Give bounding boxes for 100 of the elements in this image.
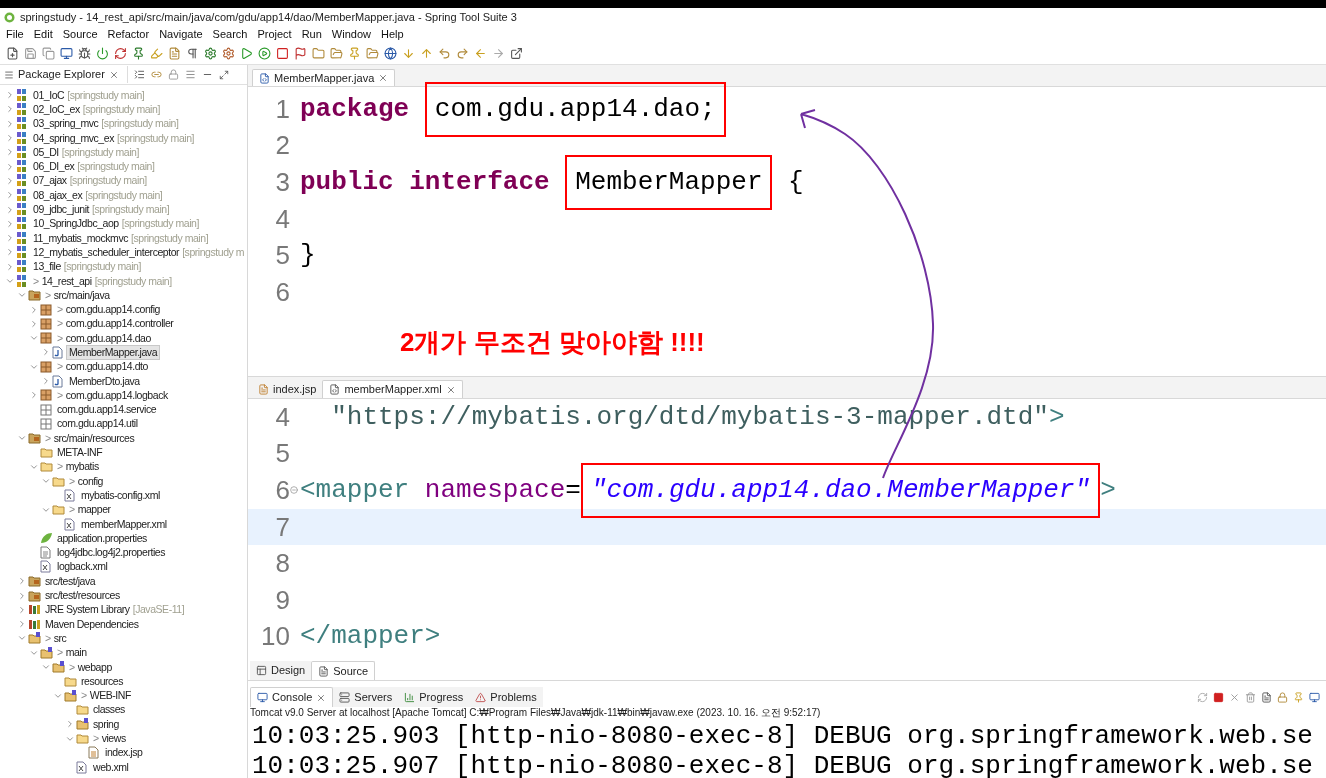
line-number: 3 (274, 166, 290, 199)
tree-item[interactable]: 12_mybatis_scheduler_interceptor [springstudy m (30, 244, 247, 260)
tree-item[interactable]: > src/main/java (42, 287, 113, 303)
settings-icon[interactable] (204, 47, 217, 60)
pin-icon[interactable] (348, 47, 361, 60)
code-token: = (565, 474, 581, 507)
close-icon[interactable] (316, 692, 327, 703)
tree-item[interactable]: > 14_rest_api [springstudy main] (30, 273, 175, 289)
back-icon[interactable] (474, 47, 487, 60)
tab[interactable]: Design (250, 661, 312, 680)
save-icon[interactable] (24, 47, 37, 60)
redo-icon[interactable] (456, 47, 469, 60)
globe-icon[interactable] (384, 47, 397, 60)
pilcrow-icon[interactable] (186, 47, 199, 60)
tree-item[interactable]: > WEB-INF (78, 688, 134, 704)
tree-item[interactable]: > views (90, 731, 129, 746)
menu-item[interactable]: Edit (33, 26, 53, 43)
run-icon[interactable] (240, 47, 253, 60)
highlighted-code: com.gdu.app14.dao; (424, 81, 726, 137)
pin-icon[interactable] (132, 47, 145, 60)
link-icon[interactable] (150, 69, 162, 80)
gear-icon[interactable] (222, 47, 235, 60)
menu-item[interactable]: Search (212, 26, 248, 43)
tab[interactable]: Progress (398, 687, 470, 707)
tree-item[interactable]: 07_ajax [springstudy main] (30, 173, 150, 189)
external-link-icon[interactable] (510, 47, 523, 60)
new-file-icon[interactable] (6, 47, 19, 60)
tree-item[interactable]: > com.gdu.app14.logback (54, 387, 171, 403)
tree-item[interactable]: > com.gdu.app14.dto (54, 359, 151, 375)
close-icon[interactable] (108, 69, 119, 80)
tab[interactable]: Problems (469, 687, 543, 707)
leaf-icon (40, 532, 53, 545)
maximize-icon[interactable] (218, 69, 229, 80)
forward-icon[interactable] (492, 47, 505, 60)
play-icon[interactable] (258, 47, 271, 60)
menu-item[interactable]: Refactor (107, 26, 150, 43)
menu-item[interactable]: Window (331, 26, 371, 43)
tree-item[interactable]: 11_mybatis_mockmvc [springstudy main] (30, 230, 212, 246)
tree-item[interactable]: 04_spring_mvc_ex [springstudy main] (30, 130, 198, 146)
tree-item[interactable]: > mybatis (54, 459, 102, 475)
close-icon[interactable] (445, 384, 456, 395)
tree-item[interactable]: JRE System Library [JavaSE-11] (42, 602, 188, 618)
menu-item[interactable]: Help (381, 26, 404, 43)
menu-item[interactable]: Navigate (159, 26, 203, 43)
monitor-icon[interactable] (1309, 691, 1320, 703)
collapse-all-icon[interactable] (133, 69, 145, 80)
tab[interactable]: Source (311, 661, 376, 680)
document-icon[interactable] (168, 47, 181, 60)
document-icon[interactable] (1261, 691, 1272, 703)
stop-icon[interactable] (1213, 691, 1224, 703)
down-arrow-icon[interactable] (402, 47, 415, 60)
tab[interactable]: Servers (333, 687, 399, 707)
terminal-icon[interactable] (60, 47, 73, 60)
tree-item[interactable]: > webapp (66, 659, 115, 675)
open-folder-icon[interactable] (330, 47, 343, 60)
tree-item[interactable]: 06_DI_ex [springstudy main] (30, 159, 158, 175)
up-arrow-icon[interactable] (420, 47, 433, 60)
highlighter-icon[interactable] (150, 47, 163, 60)
tree-item[interactable]: 02_IoC_ex [springstudy main] (30, 101, 163, 117)
tree-item-label: src/main/java (53, 288, 110, 302)
flag-icon[interactable] (294, 47, 307, 60)
open-folder-icon[interactable] (366, 47, 379, 60)
folder-icon[interactable] (312, 47, 325, 60)
tree-item[interactable]: > mapper (66, 502, 114, 518)
tree-item[interactable]: > com.gdu.app14.dao (54, 330, 154, 346)
undo-icon[interactable] (438, 47, 451, 60)
refresh-icon[interactable] (114, 47, 127, 60)
save-all-icon[interactable] (42, 47, 55, 60)
tab[interactable]: MemberMapper.java (252, 69, 396, 86)
tree-item[interactable]: > src/main/resources (42, 430, 138, 446)
close-icon[interactable] (378, 73, 389, 83)
branch-label: [springstudy m (182, 245, 245, 259)
tab[interactable]: Package Explorer (4, 66, 128, 83)
lock-icon[interactable] (1277, 691, 1288, 703)
menu-item[interactable]: Run (301, 26, 322, 43)
tree-item[interactable]: > main (54, 645, 90, 661)
tree-item[interactable]: 01_IoC [springstudy main] (30, 87, 148, 103)
tree-item[interactable]: 10_SpringJdbc_aop [springstudy main] (30, 216, 202, 232)
fold-icon[interactable] (290, 486, 298, 495)
tree-item[interactable]: > src (42, 630, 70, 646)
view-menu-icon[interactable] (184, 69, 196, 80)
tab[interactable]: memberMapper.xml (322, 380, 463, 398)
menu-item[interactable]: Source (62, 26, 98, 43)
menu-item[interactable]: Project (257, 26, 292, 43)
tree-item[interactable]: 03_spring_mvc [springstudy main] (30, 116, 182, 132)
folder-icon (28, 632, 41, 645)
tab[interactable]: Console (250, 687, 334, 707)
tree-item[interactable]: > com.gdu.app14.config (54, 302, 163, 318)
stop-icon[interactable] (276, 47, 289, 60)
tree-item[interactable]: 05_DI [springstudy main] (30, 144, 142, 160)
close-icon[interactable] (1229, 691, 1240, 703)
tree-item[interactable]: 09_jdbc_junit [springstudy main] (30, 202, 173, 218)
trash-icon[interactable] (1245, 691, 1256, 703)
tree-item[interactable]: > config (66, 473, 106, 489)
power-icon[interactable] (96, 47, 109, 60)
bug-icon[interactable] (78, 47, 91, 60)
tree-item[interactable]: 08_ajax_ex [springstudy main] (30, 187, 166, 203)
menu-item[interactable]: File (6, 26, 24, 43)
tree-item[interactable]: > com.gdu.app14.controller (54, 316, 177, 332)
tree-item[interactable]: 13_file [springstudy main] (30, 259, 144, 275)
